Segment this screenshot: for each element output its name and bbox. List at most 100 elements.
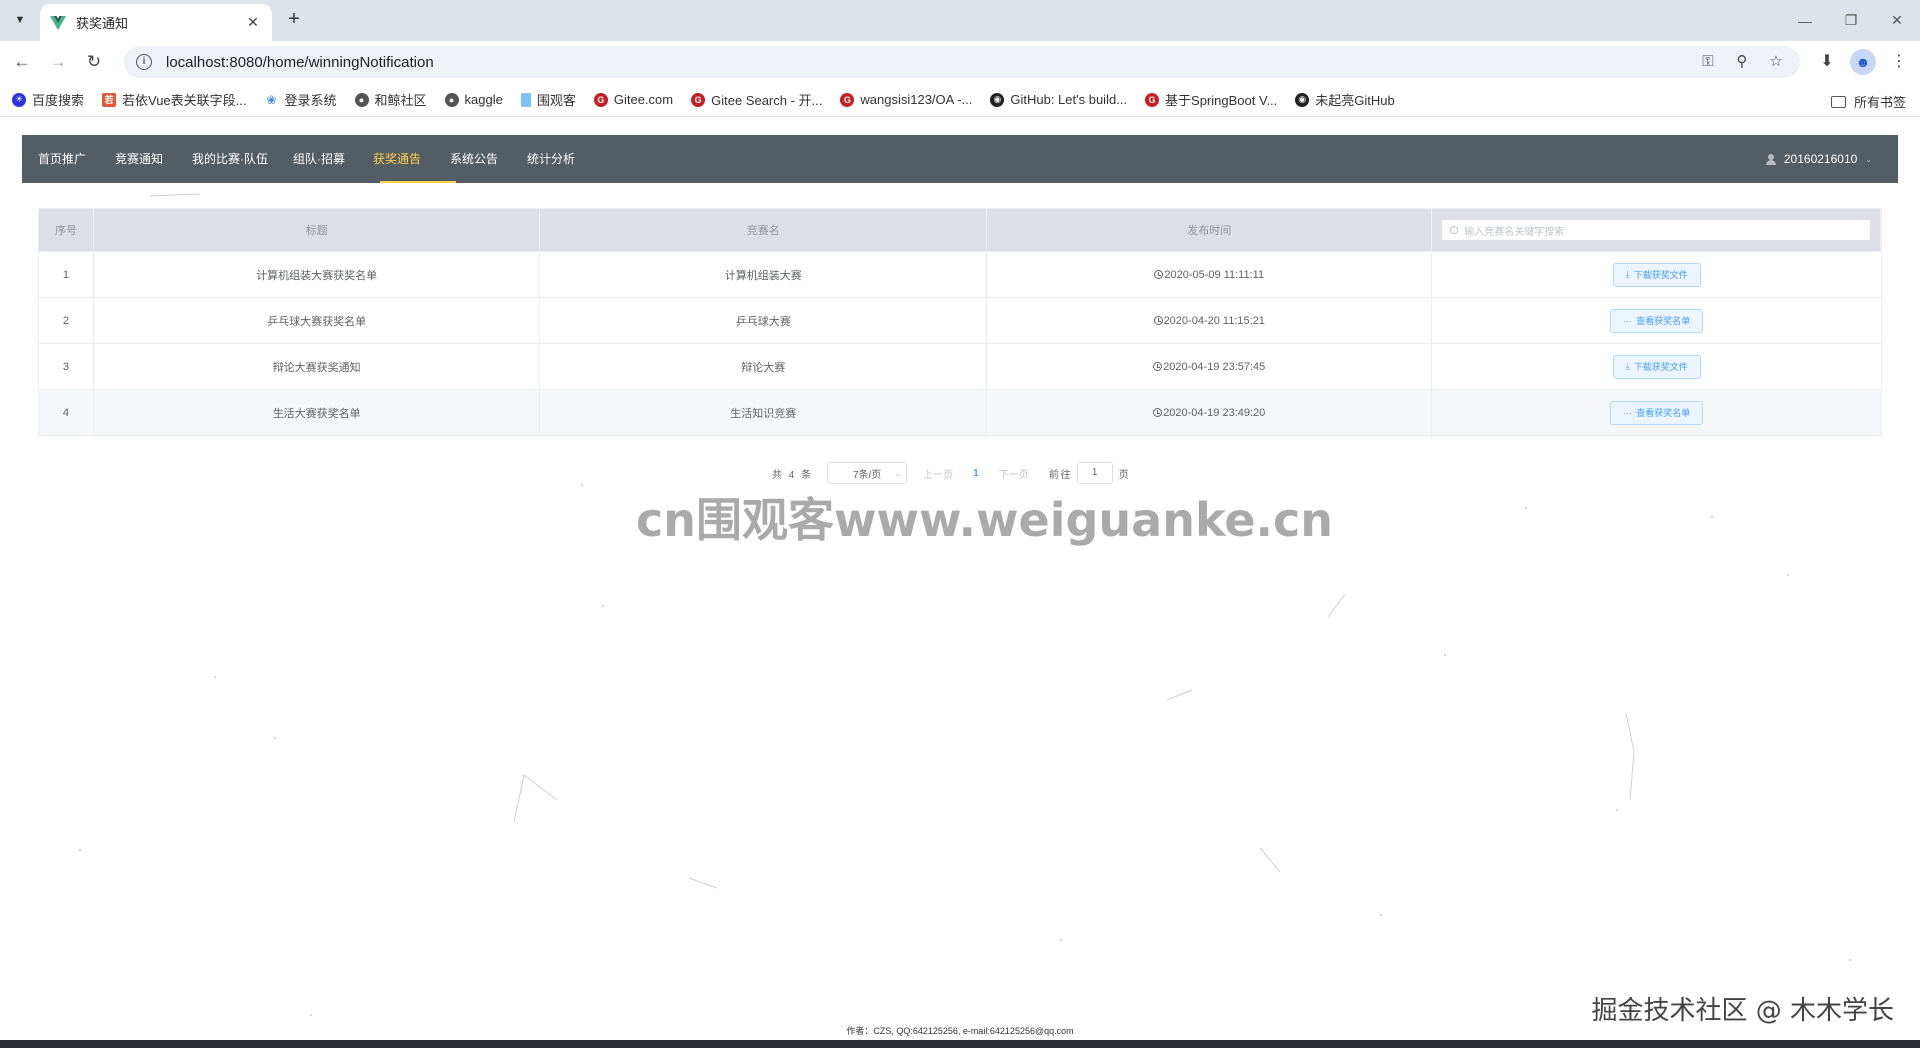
- row-time: 2020-04-19 23:57:45: [1163, 360, 1266, 373]
- menu-kebab-icon[interactable]: ⋮: [1886, 49, 1912, 75]
- window-close-icon[interactable]: ✕: [1874, 0, 1920, 41]
- bookmark-item[interactable]: ☀ 百度搜索: [12, 90, 84, 109]
- nav-award-notice[interactable]: 获奖通告: [373, 135, 421, 183]
- site-info-icon[interactable]: i: [136, 54, 152, 70]
- bookmark-item[interactable]: ● 和鲸社区: [354, 90, 427, 109]
- download-award-file-button[interactable]: ⤓ 下载获奖文件: [1612, 262, 1701, 287]
- folder-icon: [1830, 95, 1846, 108]
- bookmarks-bar: ☀ 百度搜索 若若依Vue表关联字段... ❀ 登录系统 ● 和鲸社区 ● kaggle…: [0, 83, 1920, 117]
- bookmark-item[interactable]: G 基于SpringBoot V...: [1145, 90, 1277, 109]
- page-icon: [520, 92, 531, 107]
- zoom-icon[interactable]: ⚲: [1732, 52, 1752, 72]
- row-action-cell: ··· 查看获奖名单: [1432, 298, 1881, 343]
- bookmark-label: 登录系统: [284, 93, 337, 108]
- table-row: 3 辩论大赛获奖通知 辩论大赛 2020-04-19 23:57:45 ⤓ 下载获…: [39, 343, 1881, 389]
- download-award-file-button[interactable]: ⤓ 下载获奖文件: [1612, 354, 1701, 379]
- nav-system-announcement[interactable]: 系统公告: [450, 135, 498, 183]
- header-competition: 竞赛名: [540, 209, 987, 251]
- bookmark-item[interactable]: Gwangsisi123/OA -...: [840, 92, 972, 107]
- download-icon: ⤓: [1625, 269, 1630, 279]
- gitee-icon: G: [691, 92, 706, 107]
- chevron-down-icon: ⌄: [894, 468, 902, 478]
- table-header: 序号 标题 竞赛名 发布时间 输入竞赛名关键字搜索: [39, 209, 1881, 251]
- more-icon: ···: [1623, 315, 1633, 326]
- clock-icon: [1153, 362, 1163, 371]
- row-index: 1: [39, 252, 94, 297]
- all-bookmarks-label: 所有书签: [1853, 95, 1906, 110]
- bookmark-label: Gitee Search - 开...: [711, 93, 823, 108]
- restore-icon[interactable]: ❐: [1828, 0, 1874, 41]
- nav-home[interactable]: 首页推广: [38, 135, 86, 183]
- download-icon[interactable]: ⬇: [1814, 49, 1840, 75]
- row-index: 4: [39, 390, 94, 435]
- button-label: 下载获奖文件: [1633, 362, 1688, 372]
- bookmark-item[interactable]: 围观客: [520, 90, 576, 109]
- table-row: 2 乒乓球大赛获奖名单 乒乓球大赛 2020-04-20 11:15:21 ··…: [39, 297, 1881, 343]
- button-label: 查看获奖名单: [1636, 408, 1691, 418]
- bookmark-label: Gitee.com: [613, 92, 674, 107]
- nav-statistics[interactable]: 统计分析: [527, 135, 575, 183]
- row-time-cell: 2020-04-19 23:57:45: [987, 344, 1433, 389]
- nav-my-competitions[interactable]: 我的比赛·队伍: [192, 135, 268, 183]
- window-controls: — ❐ ✕: [1782, 0, 1920, 41]
- bookmark-item[interactable]: ◉ 未起亮GitHub: [1295, 90, 1395, 109]
- row-time-cell: 2020-04-19 23:49:20: [987, 390, 1433, 435]
- bookmark-item[interactable]: 若若依Vue表关联字段...: [102, 90, 247, 109]
- bookmark-label: 基于SpringBoot V...: [1165, 93, 1278, 108]
- github-icon: ◉: [1295, 92, 1310, 107]
- back-icon[interactable]: ←: [8, 49, 36, 75]
- profile-avatar-icon[interactable]: ☻: [1850, 49, 1876, 75]
- bookmark-item[interactable]: G Gitee Search - 开...: [691, 90, 822, 109]
- page-size-select[interactable]: 7条/页 ⌄: [827, 462, 908, 484]
- url-text[interactable]: localhost:8080/home/winningNotification: [166, 54, 434, 71]
- bookmark-star-icon[interactable]: ☆: [1766, 52, 1786, 72]
- row-action-cell: ··· 查看获奖名单: [1432, 390, 1881, 435]
- row-competition: 计算机组装大赛: [540, 252, 987, 297]
- row-competition: 乒乓球大赛: [540, 298, 987, 343]
- prev-page-button[interactable]: 上一页: [923, 466, 953, 481]
- nav-competition-notice[interactable]: 竞赛通知: [115, 135, 163, 183]
- reload-icon[interactable]: ↻: [80, 49, 108, 75]
- row-title: 乒乓球大赛获奖名单: [94, 298, 541, 343]
- view-award-list-button[interactable]: ··· 查看获奖名单: [1610, 400, 1704, 425]
- minimize-icon[interactable]: —: [1782, 0, 1828, 41]
- site-watermark: cn围观客www.weiguanke.cn: [636, 493, 1334, 547]
- github-icon: ◉: [990, 92, 1005, 107]
- view-award-list-button[interactable]: ··· 查看获奖名单: [1610, 308, 1704, 333]
- gitee-icon: G: [593, 92, 608, 107]
- address-bar[interactable]: i localhost:8080/home/winningNotificatio…: [124, 46, 1800, 78]
- globe-icon: ●: [444, 92, 459, 107]
- search-icon: [1450, 226, 1459, 234]
- row-time: 2020-04-19 23:49:20: [1163, 406, 1266, 419]
- row-index: 3: [39, 344, 94, 389]
- new-tab-button[interactable]: +: [282, 9, 306, 31]
- password-key-icon[interactable]: ⚿: [1698, 52, 1718, 72]
- page-number[interactable]: 1: [973, 468, 979, 479]
- clock-icon: [1153, 316, 1163, 325]
- row-title: 辩论大赛获奖通知: [94, 344, 541, 389]
- button-label: 下载获奖文件: [1633, 270, 1688, 280]
- browser-tab[interactable]: 获奖通知 ✕: [40, 4, 272, 41]
- header-index: 序号: [39, 209, 94, 251]
- tab-title: 获奖通知: [76, 16, 129, 31]
- next-page-button[interactable]: 下一页: [999, 466, 1029, 481]
- bookmark-item[interactable]: ◉ GitHub: Let's build...: [990, 92, 1127, 107]
- search-input[interactable]: 输入竞赛名关键字搜索: [1441, 219, 1872, 241]
- bookmark-item[interactable]: ❀ 登录系统: [265, 90, 337, 109]
- tab-search-button[interactable]: ▼: [8, 9, 32, 31]
- goto-label: 前往: [1048, 469, 1073, 481]
- goto-page-input[interactable]: 1: [1076, 462, 1113, 484]
- more-icon: ···: [1623, 407, 1633, 418]
- tab-close-icon[interactable]: ✕: [244, 14, 262, 31]
- all-bookmarks-button[interactable]: 所有书签: [1830, 92, 1906, 111]
- bookmark-item[interactable]: G Gitee.com: [593, 92, 674, 107]
- bookmark-label: 围观客: [536, 93, 576, 108]
- forward-icon[interactable]: →: [44, 49, 72, 75]
- gitee-icon: G: [1145, 92, 1160, 107]
- nav-team-recruit[interactable]: 组队·招募: [293, 135, 345, 183]
- bookmark-label: 和鲸社区: [374, 93, 427, 108]
- user-menu[interactable]: 20160216010 ⌄: [1765, 135, 1872, 183]
- row-competition: 辩论大赛: [540, 344, 987, 389]
- header-search-cell: 输入竞赛名关键字搜索: [1432, 209, 1881, 251]
- bookmark-item[interactable]: ● kaggle: [444, 92, 503, 107]
